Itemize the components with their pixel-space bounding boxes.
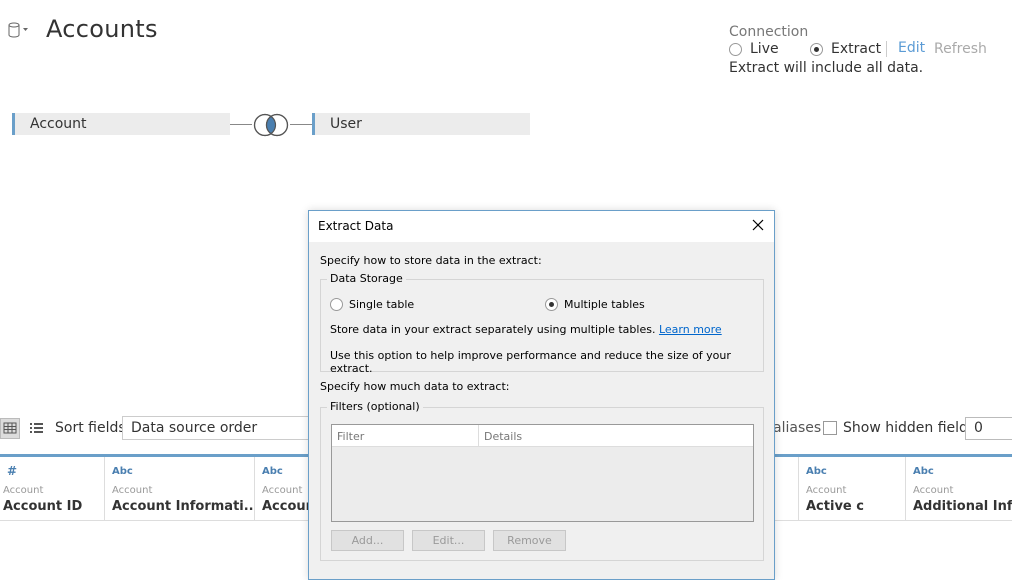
data-storage-legend: Data Storage [327, 272, 406, 285]
extract-data-dialog: Extract Data Specify how to store data i… [308, 210, 775, 580]
storage-desc-text: Store data in your extract separately us… [330, 323, 656, 336]
column-source: Account [262, 485, 303, 496]
close-icon[interactable] [750, 217, 766, 233]
store-prompt: Specify how to store data in the extract… [320, 254, 542, 267]
filters-legend: Filters (optional) [327, 400, 423, 413]
single-table-label: Single table [349, 298, 415, 311]
column-header[interactable]: Abc Account Active c [799, 457, 906, 521]
sort-fields-label: Sort fields [55, 420, 126, 436]
header-separator [478, 425, 479, 447]
live-label: Live [750, 41, 779, 57]
column-header[interactable]: Abc Account Account [255, 457, 310, 521]
extract-label: Extract [831, 41, 882, 57]
join-line-left [230, 124, 252, 125]
multiple-tables-option[interactable]: Multiple tables [545, 298, 645, 311]
column-header[interactable]: Abc Account Additional Inform [906, 457, 1012, 521]
sort-fields-select[interactable]: Data source order [122, 416, 312, 440]
multiple-tables-label: Multiple tables [564, 298, 645, 311]
extract-radio[interactable] [810, 42, 823, 56]
dialog-title-bar: Extract Data [309, 211, 774, 242]
filter-column-header[interactable]: Filter [337, 430, 364, 443]
column-source: Account [913, 485, 954, 496]
column-header-partial [775, 457, 799, 521]
table-user[interactable]: User [312, 113, 530, 135]
table-account[interactable]: Account [12, 113, 230, 135]
extract-note: Extract will include all data. [729, 60, 924, 76]
connection-divider [886, 41, 887, 57]
column-name: Active c [806, 499, 864, 514]
string-type-icon[interactable]: Abc [806, 466, 827, 477]
show-hidden-label: Show hidden fields [843, 420, 976, 436]
column-header[interactable]: # Account Account ID [0, 457, 105, 521]
connection-extract-option[interactable]: Extract [810, 41, 881, 57]
single-table-radio[interactable] [330, 298, 343, 311]
inner-join-icon[interactable] [251, 113, 291, 137]
filters-table[interactable]: Filter Details [331, 424, 754, 522]
storage-description: Store data in your extract separately us… [330, 323, 722, 336]
page-title: Accounts [46, 15, 158, 43]
dialog-title: Extract Data [318, 219, 394, 233]
column-name: Account Informati... [112, 499, 255, 514]
column-header[interactable]: Abc Account Account Informati... [105, 457, 255, 521]
string-type-icon[interactable]: Abc [112, 466, 133, 477]
column-source: Account [112, 485, 153, 496]
storage-hint: Use this option to help improve performa… [330, 349, 731, 375]
join-line-right [290, 124, 312, 125]
learn-more-link[interactable]: Learn more [659, 323, 722, 336]
multiple-tables-radio[interactable] [545, 298, 558, 311]
single-table-option[interactable]: Single table [330, 298, 414, 311]
grid-view-icon[interactable] [0, 418, 20, 439]
details-column-header[interactable]: Details [484, 430, 522, 443]
refresh-link[interactable]: Refresh [934, 41, 987, 57]
column-source: Account [3, 485, 44, 496]
amount-prompt: Specify how much data to extract: [320, 380, 510, 393]
filters-table-header: Filter Details [332, 425, 753, 447]
add-filter-button[interactable]: Add... [331, 530, 404, 551]
number-type-icon[interactable]: # [7, 464, 17, 478]
edit-link[interactable]: Edit [898, 40, 925, 56]
column-name: Additional Inform [913, 499, 1012, 514]
rows-input[interactable]: 0 [965, 417, 1012, 440]
list-view-icon[interactable] [28, 420, 44, 436]
column-source: Account [806, 485, 847, 496]
show-hidden-checkbox[interactable] [823, 421, 837, 435]
aliases-label[interactable]: aliases [773, 420, 821, 436]
live-radio[interactable] [729, 42, 742, 56]
column-name: Account [262, 499, 309, 514]
edit-filter-button[interactable]: Edit... [412, 530, 485, 551]
remove-filter-button[interactable]: Remove [493, 530, 566, 551]
string-type-icon[interactable]: Abc [913, 466, 934, 477]
connection-live-option[interactable]: Live [729, 41, 779, 57]
datasource-icon[interactable] [8, 22, 30, 38]
column-name: Account ID [3, 499, 83, 514]
data-storage-group: Data Storage Single table Multiple table… [320, 272, 764, 375]
connection-label: Connection [729, 24, 809, 40]
string-type-icon[interactable]: Abc [262, 466, 283, 477]
